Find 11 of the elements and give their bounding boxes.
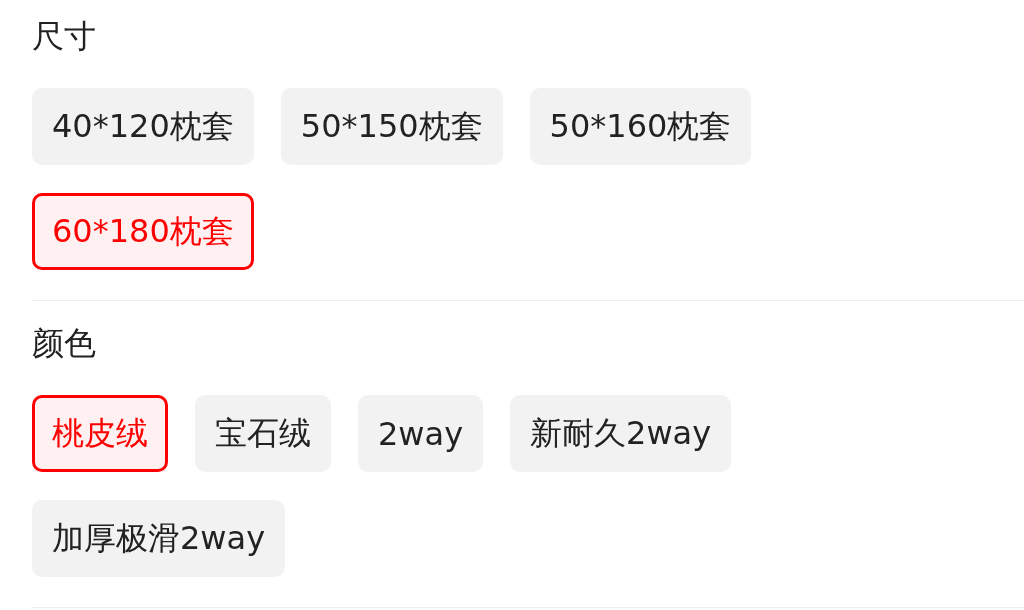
option-chip[interactable]: 40*120枕套	[32, 88, 254, 165]
option-chip[interactable]: 50*150枕套	[280, 88, 503, 165]
option-chip[interactable]: 新耐久2way	[510, 395, 732, 472]
option-chip[interactable]: 60*180枕套	[32, 193, 254, 270]
option-chip[interactable]: 加厚极滑2way	[32, 500, 286, 577]
option-chip[interactable]: 桃皮绒	[32, 395, 168, 472]
section-title: 尺寸	[32, 16, 96, 57]
section-title: 颜色	[32, 323, 96, 364]
option-chip[interactable]: 宝石绒	[195, 395, 331, 472]
option-chip[interactable]: 2way	[358, 395, 484, 472]
option-chip[interactable]: 50*160枕套	[529, 88, 752, 165]
